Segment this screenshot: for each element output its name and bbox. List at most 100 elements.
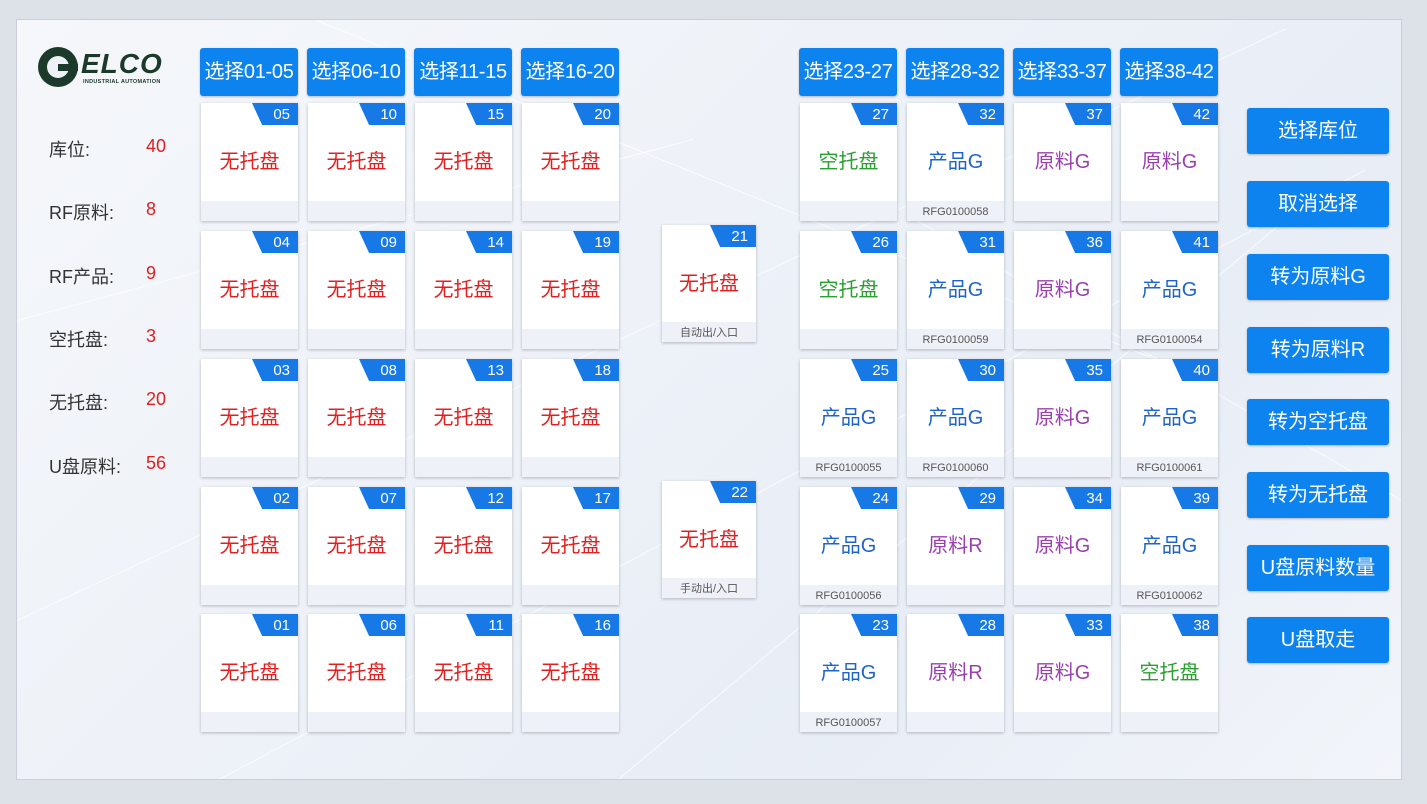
select-range-button[interactable]: 选择11-15 — [414, 48, 512, 96]
storage-slot-card[interactable]: 35 原料G — [1014, 359, 1111, 477]
slot-number-tag: 18 — [573, 359, 619, 381]
slot-id — [201, 201, 298, 221]
storage-slot-card[interactable]: 11 无托盘 — [415, 614, 512, 732]
slot-number-tag: 06 — [359, 614, 405, 636]
storage-slot-card[interactable]: 30 产品G RFG0100060 — [907, 359, 1004, 477]
storage-slot-card[interactable]: 08 无托盘 — [308, 359, 405, 477]
storage-slot-card[interactable]: 15 无托盘 — [415, 103, 512, 221]
slot-id — [522, 712, 619, 732]
storage-slot-card[interactable]: 18 无托盘 — [522, 359, 619, 477]
slot-number-tag: 05 — [252, 103, 298, 125]
storage-slot-card[interactable]: 24 产品G RFG0100056 — [800, 487, 897, 605]
stat-value: 8 — [146, 199, 157, 219]
storage-slot-card[interactable]: 34 原料G — [1014, 487, 1111, 605]
io-port-card[interactable]: 22 无托盘 手动出/入口 — [662, 481, 756, 598]
action-button[interactable]: 转为原料R — [1247, 327, 1389, 373]
slot-number-tag: 08 — [359, 359, 405, 381]
storage-slot-card[interactable]: 02 无托盘 — [201, 487, 298, 605]
storage-slot-card[interactable]: 03 无托盘 — [201, 359, 298, 477]
storage-slot-card[interactable]: 41 产品G RFG0100054 — [1121, 231, 1218, 349]
slot-status: 无托盘 — [540, 279, 601, 301]
slot-status: 无托盘 — [219, 535, 280, 557]
storage-slot-card[interactable]: 28 原料R — [907, 614, 1004, 732]
storage-slot-card[interactable]: 36 原料G — [1014, 231, 1111, 349]
storage-slot-card[interactable]: 25 产品G RFG0100055 — [800, 359, 897, 477]
storage-slot-card[interactable]: 27 空托盘 — [800, 103, 897, 221]
slot-status: 产品G — [1141, 535, 1198, 557]
select-range-button[interactable]: 选择23-27 — [799, 48, 897, 96]
slot-id — [201, 585, 298, 605]
slot-number-tag: 16 — [573, 614, 619, 636]
action-button[interactable]: 转为无托盘 — [1247, 472, 1389, 518]
storage-slot-card[interactable]: 20 无托盘 — [522, 103, 619, 221]
select-range-button[interactable]: 选择28-32 — [906, 48, 1004, 96]
storage-slot-card[interactable]: 40 产品G RFG0100061 — [1121, 359, 1218, 477]
slot-status: 产品G — [927, 151, 984, 173]
select-range-button[interactable]: 选择16-20 — [521, 48, 619, 96]
slot-status: 无托盘 — [219, 662, 280, 684]
action-button[interactable]: 转为原料G — [1247, 254, 1389, 300]
storage-slot-card[interactable]: 13 无托盘 — [415, 359, 512, 477]
storage-slot-card[interactable]: 33 原料G — [1014, 614, 1111, 732]
select-range-button[interactable]: 选择06-10 — [307, 48, 405, 96]
slot-id: RFG0100062 — [1121, 585, 1218, 605]
slot-number-tag: 42 — [1172, 103, 1218, 125]
slot-status: 无托盘 — [326, 535, 387, 557]
storage-slot-card[interactable]: 07 无托盘 — [308, 487, 405, 605]
select-range-button[interactable]: 选择38-42 — [1120, 48, 1218, 96]
stat-label: U盘原料: — [49, 457, 121, 477]
storage-slot-card[interactable]: 37 原料G — [1014, 103, 1111, 221]
select-range-button[interactable]: 选择01-05 — [200, 48, 298, 96]
stat-label: 库位: — [49, 140, 91, 160]
io-port-card[interactable]: 21 无托盘 自动出/入口 — [662, 225, 756, 342]
action-button[interactable]: 选择库位 — [1247, 108, 1389, 154]
slot-number-tag: 40 — [1172, 359, 1218, 381]
stat-label: 无托盘: — [49, 393, 109, 413]
storage-slot-card[interactable]: 38 空托盘 — [1121, 614, 1218, 732]
slot-status: 产品G — [1141, 407, 1198, 429]
slot-status: 无托盘 — [219, 151, 280, 173]
slot-number-tag: 13 — [466, 359, 512, 381]
slot-status: 原料G — [1034, 151, 1091, 173]
logo-text: ELCO — [81, 48, 163, 79]
slot-id — [1121, 201, 1218, 221]
select-range-button[interactable]: 选择33-37 — [1013, 48, 1111, 96]
action-button[interactable]: U盘原料数量 — [1247, 545, 1389, 591]
storage-slot-card[interactable]: 14 无托盘 — [415, 231, 512, 349]
storage-slot-card[interactable]: 04 无托盘 — [201, 231, 298, 349]
storage-slot-card[interactable]: 16 无托盘 — [522, 614, 619, 732]
storage-slot-card[interactable]: 39 产品G RFG0100062 — [1121, 487, 1218, 605]
stat-value: 56 — [146, 453, 167, 473]
slot-status: 原料G — [1034, 279, 1091, 301]
slot-number-tag: 38 — [1172, 614, 1218, 636]
elco-logo: ELCO INDUSTRIAL AUTOMATION — [38, 46, 176, 90]
stat-label: RF原料: — [49, 203, 114, 223]
storage-slot-card[interactable]: 12 无托盘 — [415, 487, 512, 605]
slot-id — [308, 712, 405, 732]
storage-slot-card[interactable]: 29 原料R — [907, 487, 1004, 605]
storage-slot-card[interactable]: 17 无托盘 — [522, 487, 619, 605]
slot-number-tag: 11 — [466, 614, 512, 636]
storage-slot-card[interactable]: 09 无托盘 — [308, 231, 405, 349]
storage-slot-card[interactable]: 42 原料G — [1121, 103, 1218, 221]
action-button[interactable]: 转为空托盘 — [1247, 399, 1389, 445]
storage-slot-card[interactable]: 01 无托盘 — [201, 614, 298, 732]
slot-id — [1014, 712, 1111, 732]
slot-status: 原料G — [1034, 535, 1091, 557]
storage-slot-card[interactable]: 31 产品G RFG0100059 — [907, 231, 1004, 349]
storage-slot-card[interactable]: 19 无托盘 — [522, 231, 619, 349]
storage-slot-card[interactable]: 32 产品G RFG0100058 — [907, 103, 1004, 221]
slot-status: 原料R — [928, 662, 983, 684]
storage-slot-card[interactable]: 26 空托盘 — [800, 231, 897, 349]
slot-id — [1014, 585, 1111, 605]
slot-id — [415, 457, 512, 477]
action-button[interactable]: U盘取走 — [1247, 617, 1389, 663]
storage-slot-card[interactable]: 23 产品G RFG0100057 — [800, 614, 897, 732]
action-button[interactable]: 取消选择 — [1247, 181, 1389, 227]
storage-slot-card[interactable]: 06 无托盘 — [308, 614, 405, 732]
slot-status: 空托盘 — [1139, 662, 1200, 684]
slot-number-tag: 23 — [851, 614, 897, 636]
storage-slot-card[interactable]: 05 无托盘 — [201, 103, 298, 221]
slot-number-tag: 26 — [851, 231, 897, 253]
storage-slot-card[interactable]: 10 无托盘 — [308, 103, 405, 221]
